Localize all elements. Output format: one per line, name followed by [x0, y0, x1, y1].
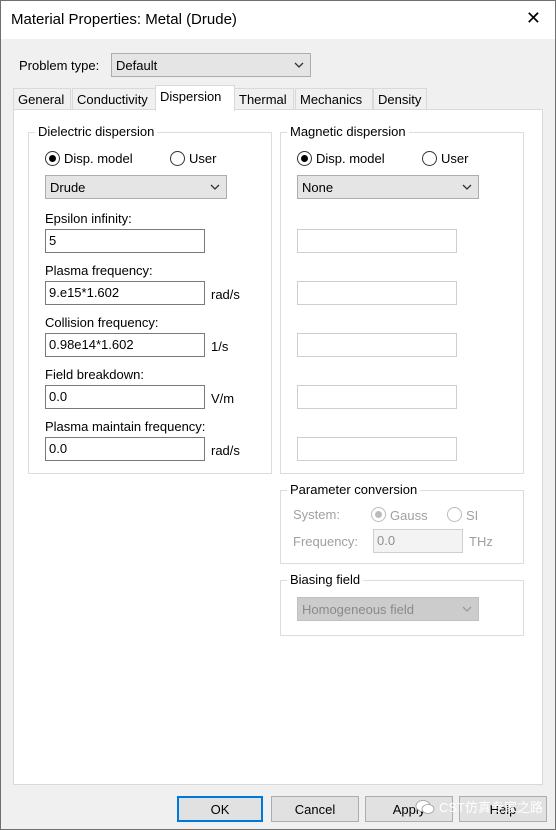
magnetic-user-label: User — [441, 151, 469, 166]
material-properties-dialog: Material Properties: Metal (Drude) ✕ Pro… — [0, 0, 556, 830]
ok-button[interactable]: OK — [177, 796, 263, 822]
tab-thermal[interactable]: Thermal — [234, 88, 294, 110]
dielectric-disp-model-label: Disp. model — [64, 151, 133, 166]
tab-dispersion[interactable]: Dispersion — [155, 85, 235, 111]
magnetic-disp-model-radio[interactable] — [297, 151, 312, 166]
magnetic-field-5-input — [297, 437, 457, 461]
wechat-icon — [415, 800, 435, 814]
dielectric-model-select[interactable]: Drude — [45, 175, 227, 199]
dielectric-model-value: Drude — [50, 180, 86, 195]
collision-frequency-label: Collision frequency: — [45, 315, 159, 330]
epsilon-infinity-label: Epsilon infinity: — [45, 211, 132, 226]
biasing-field-select[interactable]: Homogeneous field — [297, 597, 479, 621]
field-breakdown-label: Field breakdown: — [45, 367, 144, 382]
tab-label: Density — [378, 92, 422, 107]
field-breakdown-unit: V/m — [211, 391, 235, 406]
plasma-maintain-frequency-input[interactable]: 0.0 — [45, 437, 205, 461]
collision-frequency-input[interactable]: 0.98e14*1.602 — [45, 333, 205, 357]
tab-conductivity[interactable]: Conductivity — [72, 88, 156, 110]
gauss-radio[interactable] — [371, 507, 386, 522]
problem-type-select[interactable]: Default — [111, 53, 311, 77]
dispersion-panel: Dielectric dispersion Disp. model User D… — [13, 109, 543, 785]
tab-label: General — [18, 92, 65, 107]
tab-label: Conductivity — [77, 92, 148, 107]
magnetic-field-4-input — [297, 385, 457, 409]
magnetic-dispersion-title: Magnetic dispersion — [287, 124, 409, 139]
tab-label: Thermal — [239, 92, 287, 107]
collision-frequency-unit: 1/s — [211, 339, 229, 354]
magnetic-field-3-input — [297, 333, 457, 357]
field-breakdown-input[interactable]: 0.0 — [45, 385, 205, 409]
si-radio[interactable] — [447, 507, 462, 522]
magnetic-model-value: None — [302, 180, 334, 195]
gauss-label: Gauss — [390, 508, 428, 523]
biasing-field-title: Biasing field — [287, 572, 364, 587]
tab-mechanics[interactable]: Mechanics — [295, 88, 373, 110]
frequency-unit: THz — [469, 534, 493, 549]
parameter-conversion-title: Parameter conversion — [287, 482, 421, 497]
tab-density[interactable]: Density — [373, 88, 427, 110]
problem-type-value: Default — [116, 58, 158, 73]
magnetic-model-select[interactable]: None — [297, 175, 479, 199]
plasma-frequency-input[interactable]: 9.e15*1.602 — [45, 281, 205, 305]
frequency-input[interactable]: 0.0 — [373, 529, 463, 553]
title-bar: Material Properties: Metal (Drude) ✕ — [1, 1, 555, 39]
dielectric-user-label: User — [189, 151, 217, 166]
magnetic-disp-model-label: Disp. model — [316, 151, 385, 166]
si-label: SI — [466, 508, 479, 523]
plasma-maintain-frequency-label: Plasma maintain frequency: — [45, 419, 206, 434]
problem-type-label: Problem type: — [19, 58, 100, 73]
chevron-down-icon — [462, 606, 472, 612]
window-title: Material Properties: Metal (Drude) — [11, 11, 237, 28]
magnetic-dispersion-group: Magnetic dispersion Disp. model User Non… — [280, 124, 524, 474]
dielectric-dispersion-group: Dielectric dispersion Disp. model User D… — [28, 124, 272, 474]
tab-general[interactable]: General — [13, 88, 71, 110]
chevron-down-icon — [294, 62, 304, 68]
chevron-down-icon — [210, 184, 220, 190]
close-icon[interactable]: ✕ — [526, 9, 541, 27]
plasma-frequency-label: Plasma frequency: — [45, 263, 153, 278]
epsilon-infinity-input[interactable]: 5 — [45, 229, 205, 253]
tab-label: Mechanics — [300, 92, 363, 107]
cancel-button[interactable]: Cancel — [271, 796, 359, 822]
frequency-label: Frequency: — [293, 534, 359, 549]
magnetic-field-1-input — [297, 229, 457, 253]
plasma-maintain-frequency-unit: rad/s — [211, 443, 240, 458]
plasma-frequency-unit: rad/s — [211, 287, 240, 302]
magnetic-user-radio[interactable] — [422, 151, 437, 166]
magnetic-field-2-input — [297, 281, 457, 305]
dielectric-user-radio[interactable] — [170, 151, 185, 166]
tab-label: Dispersion — [160, 89, 222, 104]
biasing-field-value: Homogeneous field — [302, 602, 415, 617]
biasing-field-group: Biasing field Homogeneous field — [280, 572, 524, 636]
parameter-conversion-group: Parameter conversion System: Gauss SI Fr… — [280, 482, 524, 564]
dielectric-disp-model-radio[interactable] — [45, 151, 60, 166]
system-label: System: — [293, 507, 340, 522]
chevron-down-icon — [462, 184, 472, 190]
dielectric-dispersion-title: Dielectric dispersion — [35, 124, 158, 139]
watermark-text: CST仿真专家之路 — [439, 800, 544, 815]
